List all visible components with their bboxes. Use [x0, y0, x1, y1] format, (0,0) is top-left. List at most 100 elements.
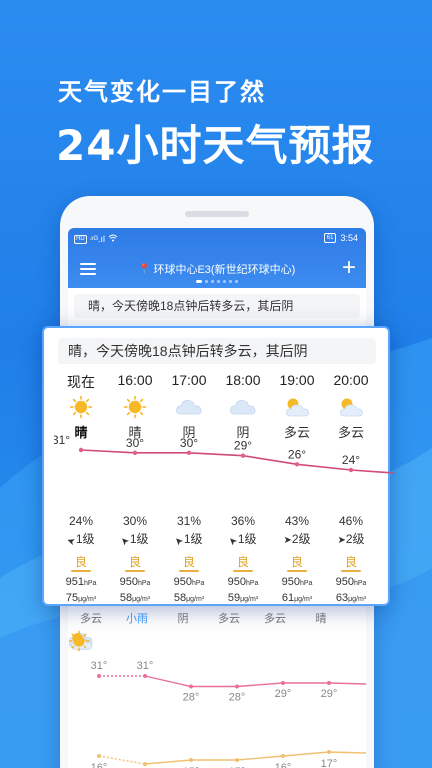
daily-high-line-point: [189, 684, 193, 689]
wind-direction-icon: ➤: [283, 535, 292, 546]
hourly-temp-label: 24°: [342, 453, 360, 467]
hourly-temp-point: [240, 453, 246, 458]
daily-low-line-point: [143, 762, 147, 766]
pm-value: 58: [119, 592, 133, 604]
cloud-icon: [216, 392, 270, 422]
page-indicator: [196, 280, 238, 283]
pm-value: 75: [65, 592, 79, 604]
wind-level: 2级: [291, 532, 311, 546]
hourly-temp-label: 30°: [126, 436, 144, 450]
location-name: 环球中心E3(新世纪环球中心): [153, 264, 296, 276]
aqi-label: 良: [182, 555, 195, 569]
hour-time: 现在: [67, 374, 95, 390]
aqi-bar: [341, 570, 361, 572]
location-selector[interactable]: 📍 环球中心E3(新世纪环球中心): [138, 261, 295, 277]
signal-icon: ⁴ᴳ.ıl: [89, 234, 106, 244]
daily-low-label: 17°: [321, 758, 338, 768]
daily-high-line: [144, 675, 366, 688]
hour-aqi: 良: [324, 553, 378, 572]
aqi-bar: [71, 570, 91, 572]
pressure-value: 950: [335, 576, 354, 588]
partly-cloudy-icon: [270, 392, 324, 422]
hour-pressure: 950hPa: [162, 576, 216, 588]
hour-pm: 61μg/m³: [270, 592, 324, 604]
pressure-unit: hPa: [245, 580, 259, 587]
hour-pm: 59μg/m³: [216, 592, 270, 604]
hour-pressure: 950hPa: [270, 576, 324, 588]
pressure-unit: hPa: [137, 580, 151, 587]
hour-time: 16:00: [117, 372, 153, 388]
hourly-temp-label: 31°: [54, 433, 70, 447]
hour-pm: 58μg/m³: [108, 592, 162, 604]
hourly-temp-point: [348, 467, 354, 473]
wind-level: 1级: [129, 532, 149, 546]
hour-humidity: 31%: [176, 514, 202, 528]
hour-pm: 58μg/m³: [162, 592, 216, 604]
pm-value: 63: [335, 592, 349, 604]
daily-high-line-point: [327, 681, 331, 685]
nav-bar: 📍 环球中心E3(新世纪环球中心) +: [68, 250, 366, 288]
aqi-label: 良: [128, 555, 141, 569]
pm-value: 61: [281, 592, 295, 604]
pm-unit: μg/m³: [348, 596, 367, 603]
wind-level: 2级: [345, 532, 365, 546]
app-header: HD ⁴ᴳ.ıl 61 3:54 📍 环球中心E3(新世纪环球中心) +: [68, 228, 366, 288]
pm-unit: μg/m³: [132, 596, 151, 603]
pm-value: 58: [173, 592, 187, 604]
aqi-label: 良: [236, 555, 249, 569]
pressure-value: 950: [173, 576, 192, 588]
card-summary: 晴，今天傍晚18点钟后转多云，其后阴: [58, 338, 376, 364]
aqi-label: 良: [344, 555, 357, 569]
hourly-temp-point: [78, 447, 84, 453]
pressure-unit: hPa: [299, 580, 313, 587]
hour-pm: 75μg/m³: [54, 592, 108, 604]
daily-low-line-point: [235, 758, 239, 762]
daily-high-label: 31°: [91, 660, 108, 672]
hour-humidity: 24%: [68, 514, 94, 528]
hour-time: 20:00: [333, 372, 369, 388]
pressure-value: 950: [119, 576, 138, 588]
daily-temp-chart: 31°31°28°28°29°29°16°14°15°15°16°17°: [91, 660, 366, 768]
wind-level: 1级: [237, 532, 257, 546]
aqi-bar: [233, 570, 253, 572]
daily-forecast: 多云小雨阴多云多云晴 31°31°28°28°29°29°16°14°15°15…: [68, 608, 366, 768]
pressure-unit: hPa: [83, 580, 97, 587]
hd-badge: HD: [74, 234, 87, 244]
promo-title: 24小时天气预报: [56, 121, 375, 170]
summary-bar: 晴，今天傍晚18点钟后转多云，其后阴: [74, 294, 360, 318]
hour-humidity: 46%: [338, 514, 364, 528]
pm-unit: μg/m³: [240, 596, 259, 603]
pm-unit: μg/m³: [294, 596, 313, 603]
menu-icon[interactable]: [80, 263, 96, 275]
pressure-value: 950: [227, 576, 246, 588]
daily-low-line-point: [97, 754, 101, 758]
daily-high-label: 29°: [321, 688, 338, 700]
daily-low-label: 16°: [91, 762, 108, 768]
pressure-value: 951: [65, 576, 84, 588]
hour-humidity: 43%: [284, 514, 310, 528]
hourly-temp-label: 26°: [288, 447, 306, 461]
hour-pressure: 951hPa: [54, 576, 108, 588]
aqi-bar: [125, 570, 145, 572]
hour-aqi: 良: [162, 553, 216, 572]
status-time: 3:54: [340, 233, 358, 243]
status-bar: HD ⁴ᴳ.ıl 61 3:54: [68, 228, 366, 250]
hourly-temp-point: [132, 450, 138, 456]
hour-pm: 63μg/m³: [324, 592, 378, 604]
pm-value: 59: [227, 592, 241, 604]
hourly-forecast-card: 晴，今天傍晚18点钟后转多云，其后阴 现在 16:00 17:00 18:00 19:0…: [42, 326, 394, 606]
hour-time: 17:00: [171, 372, 207, 388]
daily-high-label: 29°: [275, 688, 292, 700]
wifi-icon: [108, 234, 118, 244]
pressure-unit: hPa: [191, 580, 205, 587]
add-city-icon[interactable]: +: [342, 256, 356, 280]
aqi-bar: [287, 570, 307, 572]
daily-high-label: 28°: [229, 692, 246, 704]
hour-pressure: 950hPa: [324, 576, 378, 588]
hour-time: 18:00: [225, 372, 261, 388]
daily-high-line-point: [143, 674, 147, 678]
daily-low-label: 16°: [275, 762, 292, 768]
pm-unit: μg/m³: [78, 596, 97, 603]
hour-aqi: 良: [54, 553, 108, 572]
aqi-label: 良: [74, 555, 87, 569]
